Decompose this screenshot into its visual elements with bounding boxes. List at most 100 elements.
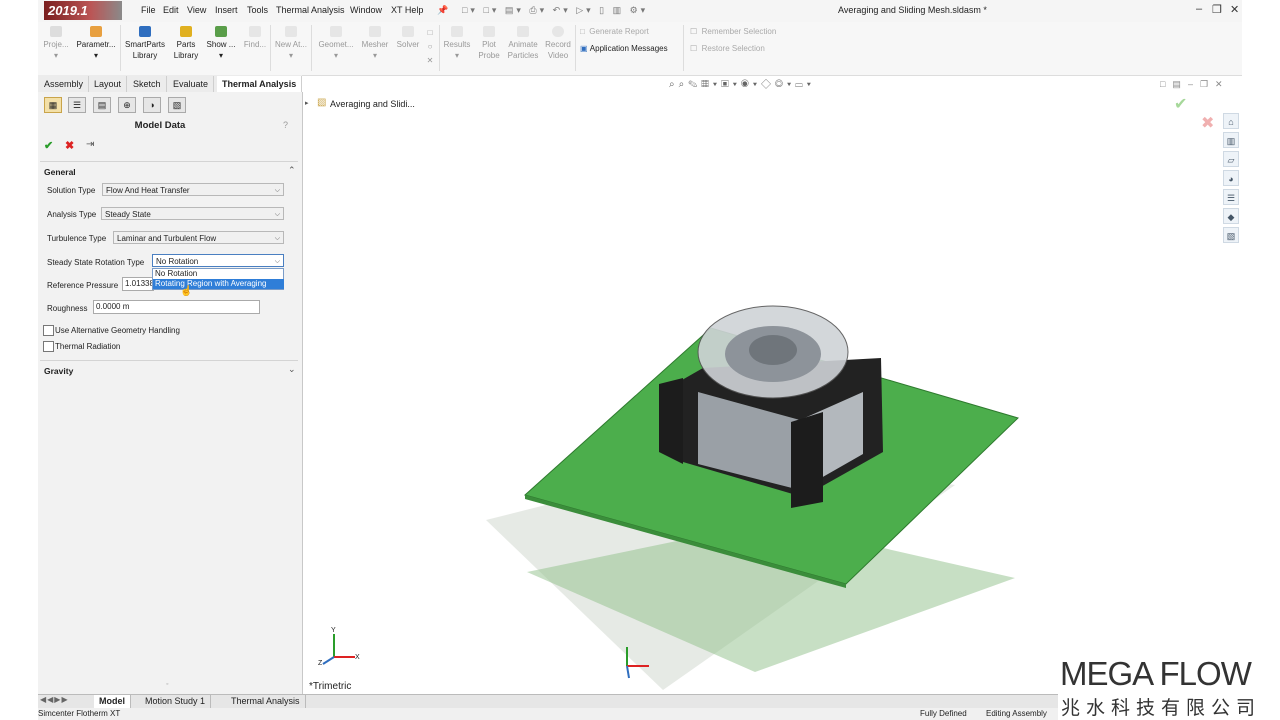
application-messages-button[interactable]: ▣ Application Messages [580,44,668,53]
smartparts-library-button[interactable]: SmartParts Library [123,26,167,61]
animate-particles-button[interactable]: Animate Particles [505,26,541,61]
solver-button[interactable]: Solver [394,26,422,50]
alt-geometry-label: Use Alternative Geometry Handling [55,326,180,335]
pin-icon[interactable]: 📌 [437,5,448,16]
menu-xt-help[interactable]: XT Help [391,5,423,15]
cancel-x-icon[interactable]: ✖ [65,139,74,152]
ok-check-icon[interactable]: ✔ [44,139,53,152]
heads-up-view-toolbar[interactable]: ⌕⌕✎▦▾▣▾◉▾◇◎▾▭▾ [669,79,815,90]
rotation-type-value: No Rotation [156,257,199,266]
axis-x-label: X [355,654,360,661]
solution-type-label: Solution Type [47,186,96,195]
status-editing: Editing Assembly [986,709,1047,718]
property-manager-icon[interactable]: ☰ [68,97,86,113]
remember-selection-button[interactable]: ☐ Remember Selection [690,27,776,36]
parts-library-icon [180,26,192,37]
pushpin-icon[interactable]: ⇥ [86,139,94,150]
chevron-down-icon: ⌵ [274,235,280,242]
mesher-button[interactable]: Mesher ▾ [359,26,391,61]
document-title: Averaging and Sliding Mesh.sldasm * [838,5,987,15]
quick-access-toolbar[interactable]: □▾ □▾ ▤▾ ⎙▾ ↶▾ ▷▾ ▯ ▥ ⚙▾ [462,5,648,16]
menu-tools[interactable]: Tools [247,5,268,15]
show-button[interactable]: Show ... ▾ [205,26,237,61]
geometry-button[interactable]: Geomet... ▾ [316,26,356,61]
thermal-radiation-checkbox[interactable] [43,341,54,352]
solidworks-logo[interactable]: 2019.1 [44,1,122,20]
parametric-button[interactable]: Parametr... ▾ [74,26,118,61]
configuration-manager-icon[interactable]: ▤ [93,97,111,113]
help-icon[interactable]: ? [283,120,288,130]
project-button[interactable]: Proje... ▾ [42,26,70,61]
panel-resize-handle[interactable]: ◦ [166,681,168,688]
chevron-down-icon: ⌵ [274,211,280,218]
roughness-input[interactable]: 0.0000 m [93,300,260,314]
thermal-analysis-tree-icon[interactable]: ▧ [168,97,186,113]
reference-pressure-input[interactable]: 1.01338 [122,277,154,291]
rotation-option-no-rotation[interactable]: No Rotation [153,269,284,279]
analysis-type-value: Steady State [105,210,151,219]
solver-controls[interactable]: □ ○ ✕ [424,26,436,68]
view-orientation-label: *Trimetric [309,681,352,692]
menu-edit[interactable]: Edit [163,5,179,15]
triad-corner [322,634,355,665]
smartparts-icon [139,26,151,37]
heatsink-clip-front [791,412,823,508]
turbulence-type-value: Laminar and Turbulent Flow [117,234,217,243]
tab-layout[interactable]: Layout [89,76,128,92]
menu-file[interactable]: File [141,5,156,15]
menu-view[interactable]: View [187,5,206,15]
turbulence-type-select[interactable]: Laminar and Turbulent Flow ⌵ [113,231,284,244]
menu-insert[interactable]: Insert [215,5,238,15]
model-scene[interactable] [303,92,1242,694]
rotation-type-select[interactable]: No Rotation ⌵ [152,254,284,267]
axis-y-label: Y [331,627,336,634]
alt-geometry-checkbox[interactable] [43,325,54,336]
minimize-icon[interactable]: – [1196,3,1202,15]
chevron-up-icon[interactable]: ⌃ [288,165,296,176]
dimxpert-icon[interactable]: ⊕ [118,97,136,113]
new-attribute-button[interactable]: New At... ▾ [273,26,309,61]
feature-tree-icon[interactable]: ▦ [44,97,62,113]
menu-window[interactable]: Window [350,5,382,15]
analysis-type-select[interactable]: Steady State ⌵ [101,207,284,220]
display-manager-icon[interactable]: ◑ [143,97,161,113]
turbulence-type-label: Turbulence Type [47,234,107,243]
solution-type-select[interactable]: Flow And Heat Transfer ⌵ [102,183,284,196]
restore-icon[interactable]: ❐ [1212,3,1222,16]
section-divider [40,161,298,162]
animate-particles-icon [517,26,529,37]
results-icon [451,26,463,37]
watermark-company-name: 兆水科技有限公司 [1061,698,1262,719]
generate-report-button[interactable]: □ Generate Report [580,27,649,36]
menu-thermal-analysis[interactable]: Thermal Analysis [276,5,345,15]
tab-scroll-arrows[interactable]: ◀◀▶▶ [40,695,69,704]
rotation-type-label: Steady State Rotation Type [47,258,145,267]
tab-motion-study-1[interactable]: Motion Study 1 [140,695,212,708]
results-button[interactable]: Results ▾ [442,26,472,61]
tab-sketch[interactable]: Sketch [128,76,167,92]
tab-thermal-analysis[interactable]: Thermal Analysis [217,76,303,92]
tab-assembly[interactable]: Assembly [39,76,90,92]
project-icon [50,26,62,37]
chevron-down-icon[interactable]: ⌄ [288,364,296,375]
general-section-header[interactable]: General [44,167,76,177]
gravity-section-header[interactable]: Gravity [44,366,73,376]
rotation-option-averaging[interactable]: Rotating Region with Averaging [153,279,284,289]
parts-library-button[interactable]: Parts Library [170,26,202,61]
plot-probe-button[interactable]: Plot Probe [475,26,503,61]
tab-evaluate[interactable]: Evaluate [168,76,215,92]
close-icon[interactable]: ✕ [1230,3,1239,16]
analysis-type-label: Analysis Type [47,210,97,219]
restore-selection-button[interactable]: ☐ Restore Selection [690,44,765,53]
record-icon [552,26,564,37]
messages-icon: ▣ [580,44,588,53]
tab-model[interactable]: Model [94,695,131,708]
viewport-window-controls[interactable]: □▤–❐✕ [1160,79,1230,90]
tab-thermal-analysis-study[interactable]: Thermal Analysis [226,695,306,708]
ribbon-separator [311,25,312,71]
record-video-button[interactable]: Record Video [543,26,573,61]
ribbon-separator [439,25,440,71]
ribbon-separator [270,25,271,71]
ribbon-separator [575,25,576,71]
find-button[interactable]: Find... [242,26,268,50]
